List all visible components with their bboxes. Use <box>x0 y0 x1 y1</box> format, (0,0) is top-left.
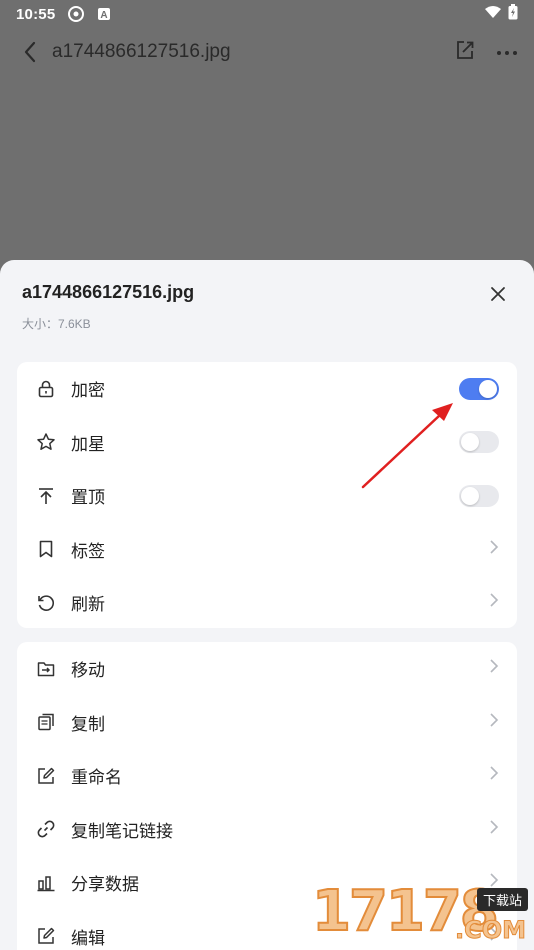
toggle-knob <box>461 486 479 505</box>
file-name: a1744866127516.jpg <box>22 282 195 302</box>
toggle-knob <box>461 433 479 452</box>
file-size: 大小：7.6KB <box>22 317 91 331</box>
bookmark-icon <box>35 538 57 560</box>
sheet-header: a1744866127516.jpg 大小：7.6KB <box>0 260 534 360</box>
toggle-knob <box>479 379 497 398</box>
option-label: 加星 <box>71 434 105 454</box>
options-group-primary: 加密 加星 置顶 标签 刷新 <box>17 362 517 628</box>
rename-icon <box>35 765 57 787</box>
encrypt-toggle[interactable] <box>459 377 499 400</box>
star-icon <box>35 431 57 453</box>
top-app-bar: a1744866127516.jpg <box>0 28 534 76</box>
option-label: 重命名 <box>71 768 122 788</box>
chevron-right-icon <box>489 540 499 559</box>
wifi-icon <box>484 5 502 23</box>
chevron-right-icon <box>489 593 499 612</box>
watermark-com: .COM <box>454 916 526 945</box>
link-icon <box>35 818 57 840</box>
share-export-icon[interactable] <box>454 39 476 66</box>
move-icon <box>35 658 57 680</box>
page-title: a1744866127516.jpg <box>52 41 231 62</box>
close-icon[interactable] <box>484 280 512 308</box>
file-options-sheet: a1744866127516.jpg 大小：7.6KB 加密 加星 置顶 标签 … <box>0 260 534 950</box>
star-toggle[interactable] <box>459 431 499 454</box>
option-copy[interactable]: 复制 <box>17 696 517 750</box>
option-label: 加密 <box>71 381 105 401</box>
option-move[interactable]: 移动 <box>17 642 517 696</box>
chevron-right-icon <box>489 659 499 678</box>
site-watermark: 17178 下载站 .COM <box>304 878 534 950</box>
option-label: 复制 <box>71 714 105 734</box>
chevron-right-icon <box>489 713 499 732</box>
option-label: 刷新 <box>71 595 105 615</box>
edit-icon <box>35 925 57 947</box>
option-label: 分享数据 <box>71 875 139 895</box>
option-copy-note-link[interactable]: 复制笔记链接 <box>17 803 517 857</box>
svg-text:A: A <box>101 10 108 21</box>
chevron-right-icon <box>489 820 499 839</box>
option-label: 复制笔记链接 <box>71 821 173 841</box>
bar-chart-icon <box>35 872 57 894</box>
sync-icon <box>67 5 85 23</box>
lock-icon <box>35 378 57 400</box>
option-star[interactable]: 加星 <box>17 416 517 470</box>
option-label: 置顶 <box>71 488 105 508</box>
pin-top-toggle[interactable] <box>459 484 499 507</box>
option-label: 标签 <box>71 541 105 561</box>
copy-icon <box>35 711 57 733</box>
option-tags[interactable]: 标签 <box>17 523 517 577</box>
option-label: 移动 <box>71 661 105 681</box>
watermark-tag: 下载站 <box>476 888 528 911</box>
status-time: 10:55 <box>16 5 56 23</box>
option-label: 编辑 <box>71 928 105 948</box>
option-rename[interactable]: 重命名 <box>17 749 517 803</box>
keyboard-a-icon: A <box>97 7 111 21</box>
option-refresh[interactable]: 刷新 <box>17 576 517 630</box>
refresh-icon <box>35 592 57 614</box>
more-options-icon[interactable] <box>496 43 518 61</box>
option-encrypt[interactable]: 加密 <box>17 362 517 416</box>
option-pin-top[interactable]: 置顶 <box>17 469 517 523</box>
status-bar: 10:55 A <box>0 0 534 28</box>
back-arrow-icon[interactable] <box>16 38 44 66</box>
pin-top-icon <box>35 485 57 507</box>
chevron-right-icon <box>489 766 499 785</box>
battery-icon <box>508 4 518 24</box>
